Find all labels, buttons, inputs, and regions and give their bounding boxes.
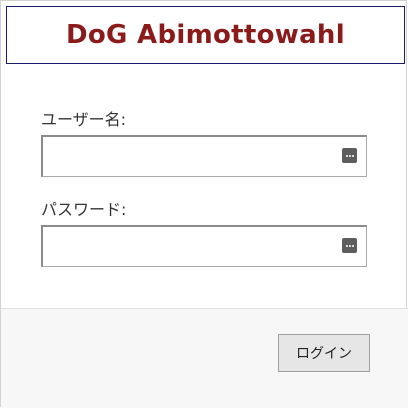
username-label: ユーザー名: [41, 110, 127, 129]
login-button[interactable]: ログイン [278, 334, 370, 372]
password-label: パスワード: [41, 200, 127, 219]
password-field[interactable] [41, 225, 367, 267]
username-input[interactable] [43, 137, 366, 176]
title-bar: DoG Abimottowahl [6, 6, 405, 64]
password-input[interactable] [43, 227, 366, 266]
password-manager-key-icon[interactable] [342, 238, 357, 253]
login-dialog: DoG Abimottowahl ユーザー名: パスワード: ログイン [0, 0, 408, 408]
username-field[interactable] [41, 135, 367, 177]
app-title: DoG Abimottowahl [66, 20, 345, 50]
password-manager-key-icon[interactable] [342, 148, 357, 163]
